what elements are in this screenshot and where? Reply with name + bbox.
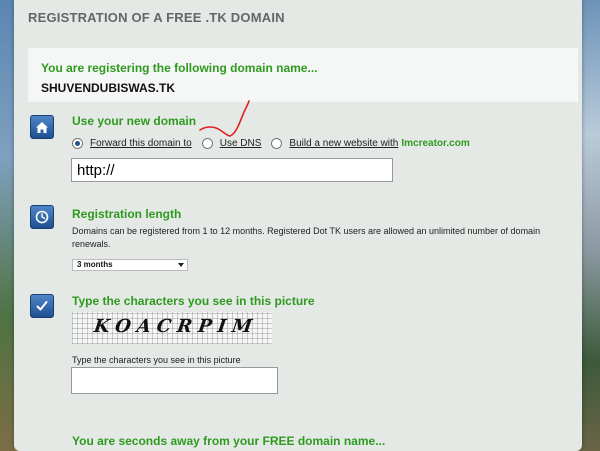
forward-radio[interactable]: [72, 138, 83, 149]
captcha-text: KOACRPIM: [92, 316, 260, 337]
chevron-down-icon: [178, 263, 184, 267]
registration-panel: REGISTRATION OF A FREE .TK DOMAIN You ar…: [14, 0, 582, 451]
forward-url-input[interactable]: http://: [71, 158, 393, 182]
build-website-radio[interactable]: [271, 138, 283, 149]
page-title: REGISTRATION OF A FREE .TK DOMAIN: [28, 10, 285, 25]
registration-summary: You are registering the following domain…: [28, 48, 578, 102]
captcha-input-label: Type the characters you see in this pict…: [72, 355, 241, 365]
registration-length-select[interactable]: 3 months: [72, 259, 188, 271]
footer-message: You are seconds away from your FREE doma…: [72, 434, 386, 448]
background-left: [0, 0, 14, 451]
captcha-input[interactable]: [71, 367, 278, 394]
use-domain-heading: Use your new domain: [72, 114, 197, 128]
registration-domain: SHUVENDUBISWAS.TK: [41, 81, 176, 95]
domain-usage-options: Forward this domain to Use DNS Build a n…: [72, 138, 470, 149]
background-right: [580, 0, 600, 451]
red-check-annotation: [199, 100, 250, 137]
forward-option-label[interactable]: Forward this domain to: [90, 138, 192, 149]
home-icon: [30, 115, 54, 139]
checkmark-icon: [30, 294, 54, 318]
registration-message: You are registering the following domain…: [41, 61, 318, 75]
build-website-option-label[interactable]: Build a new website with: [289, 138, 398, 149]
registration-length-heading: Registration length: [72, 207, 182, 221]
captcha-image: KOACRPIM: [72, 312, 272, 344]
imcreator-link[interactable]: Imcreator.com: [401, 138, 469, 149]
selected-length: 3 months: [77, 260, 113, 269]
captcha-heading: Type the characters you see in this pict…: [72, 294, 315, 308]
clock-icon: [30, 205, 54, 229]
registration-length-description: Domains can be registered from 1 to 12 m…: [72, 226, 541, 249]
